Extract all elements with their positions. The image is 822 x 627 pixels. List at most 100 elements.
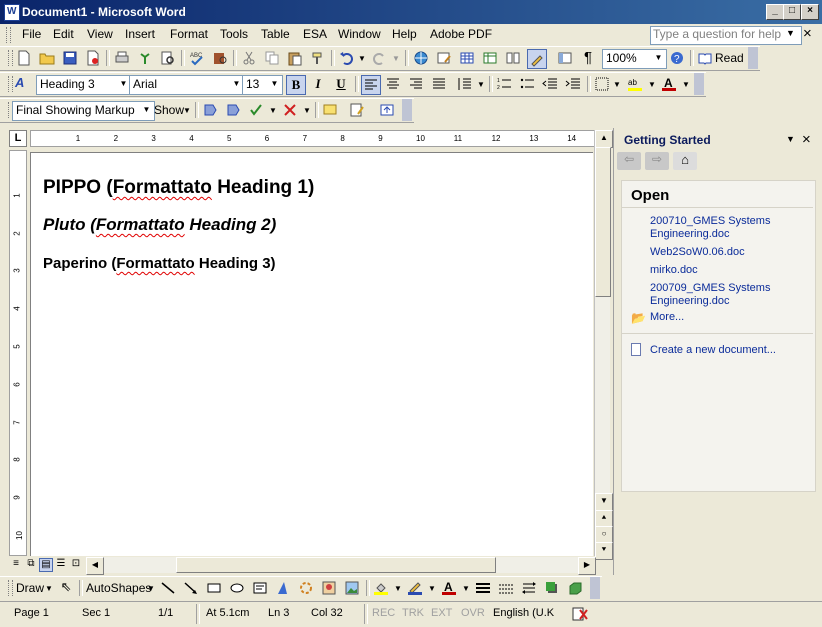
status-language[interactable]: English (U.K — [493, 607, 554, 619]
oval-tool-icon[interactable] — [228, 579, 246, 597]
status-section[interactable]: Sec 1 — [82, 607, 110, 619]
font-combo[interactable]: Arial ▼ — [129, 75, 245, 95]
document-page[interactable]: PIPPO (Formattato Heading 1) Pluto (Form… — [30, 152, 593, 556]
heading-1-paragraph[interactable]: PIPPO (Formattato Heading 1) — [43, 177, 314, 199]
line-spacing-icon[interactable] — [455, 75, 473, 93]
toolbar-options-chevron[interactable] — [590, 577, 600, 599]
home-icon[interactable]: ⌂ — [673, 152, 697, 170]
fill-color-icon[interactable] — [372, 579, 390, 597]
scroll-left-arrow[interactable]: ◀ — [86, 557, 104, 575]
reviewing-pane-icon[interactable] — [378, 101, 396, 119]
spelling-status-book-icon[interactable] — [571, 606, 589, 622]
status-overtype[interactable]: OVR — [461, 607, 485, 619]
recent-file-link[interactable]: Web2SoW0.06.doc — [650, 246, 745, 259]
recent-file-link[interactable]: 200709_GMES Systems Engineering.doc — [650, 282, 770, 308]
status-line[interactable]: Ln 3 — [268, 607, 289, 619]
back-arrow-icon[interactable]: ⇦ — [617, 152, 641, 170]
close-window-button[interactable]: × — [801, 4, 819, 20]
forward-arrow-icon[interactable]: ⇨ — [645, 152, 669, 170]
3d-style-icon[interactable] — [566, 579, 584, 597]
print-layout-icon[interactable]: ▤ — [39, 558, 53, 572]
text-box-icon[interactable] — [251, 579, 269, 597]
print-preview-button[interactable] — [159, 49, 177, 67]
menu-insert[interactable]: Insert — [125, 27, 155, 41]
read-book-icon[interactable] — [696, 49, 714, 67]
status-extend[interactable]: EXT — [431, 607, 452, 619]
borders-dropdown[interactable]: ▼ — [613, 80, 621, 89]
line-color-dropdown[interactable]: ▼ — [428, 584, 436, 593]
insert-table-button[interactable] — [458, 49, 476, 67]
vertical-scroll-thumb[interactable] — [595, 147, 611, 297]
scroll-up-arrow[interactable]: ▲ — [595, 130, 613, 148]
hyperlink-globe-icon[interactable] — [412, 49, 430, 67]
line-style-icon[interactable] — [474, 579, 492, 597]
word-app-icon[interactable] — [4, 4, 20, 21]
show-dropdown-arrow[interactable]: ▼ — [183, 106, 191, 115]
tables-borders-button[interactable] — [435, 49, 453, 67]
heading-3-paragraph[interactable]: Paperino (Formattato Heading 3) — [43, 255, 276, 272]
underline-button[interactable]: U — [332, 75, 350, 93]
outline-view-icon[interactable]: ☰ — [54, 558, 68, 572]
select-objects-pointer-icon[interactable]: ⇖ — [57, 579, 75, 597]
arrow-tool-icon[interactable] — [182, 579, 200, 597]
status-position[interactable]: At 5.1cm — [206, 607, 249, 619]
zoom-combo[interactable]: 100% ▼ — [602, 49, 667, 69]
help-dropdown-arrow[interactable]: ▼ — [786, 28, 795, 38]
align-right-icon[interactable] — [407, 75, 425, 93]
redo-button[interactable] — [370, 49, 388, 67]
borders-icon[interactable] — [593, 75, 611, 93]
insert-excel-button[interactable] — [481, 49, 499, 67]
new-document-button[interactable] — [15, 49, 33, 67]
create-new-document-link[interactable]: Create a new document... — [650, 344, 776, 357]
format-painter-button[interactable] — [309, 49, 327, 67]
toolbar-grip[interactable] — [8, 76, 13, 92]
fill-color-dropdown[interactable]: ▼ — [394, 584, 402, 593]
styles-formatting-icon[interactable]: A — [15, 75, 33, 93]
justify-icon[interactable] — [430, 75, 448, 93]
bold-button[interactable]: B — [286, 75, 306, 95]
decrease-indent-icon[interactable] — [541, 75, 559, 93]
wordart-icon[interactable] — [274, 579, 292, 597]
shadow-style-icon[interactable] — [543, 579, 561, 597]
horizontal-scrollbar[interactable]: ◀ ▶ — [86, 557, 596, 575]
tab-selector-button[interactable]: L — [9, 130, 27, 147]
recent-file-link[interactable]: mirko.doc — [650, 264, 698, 277]
menu-file[interactable]: File — [22, 27, 41, 41]
italic-button[interactable]: I — [309, 75, 327, 93]
help-question-input[interactable]: Type a question for help — [650, 26, 802, 45]
scroll-down-arrow[interactable]: ▼ — [595, 493, 613, 511]
numbering-icon[interactable]: 12 — [495, 75, 513, 93]
toolbar-grip[interactable] — [8, 50, 13, 66]
redo-dropdown-arrow[interactable]: ▼ — [392, 54, 400, 63]
track-changes-icon[interactable] — [348, 101, 366, 119]
open-folder-button[interactable] — [38, 49, 56, 67]
font-color-dropdown[interactable]: ▼ — [682, 80, 690, 89]
toolbar-options-chevron[interactable] — [402, 99, 412, 121]
draw-font-color-icon[interactable]: A — [440, 579, 458, 597]
normal-view-icon[interactable]: ≡ — [9, 558, 23, 572]
bullets-icon[interactable] — [518, 75, 536, 93]
toolbar-options-chevron[interactable] — [694, 73, 704, 95]
research-book-button[interactable] — [211, 49, 229, 67]
reject-dropdown[interactable]: ▼ — [303, 106, 311, 115]
menu-help[interactable]: Help — [392, 27, 417, 41]
print-button[interactable] — [113, 49, 131, 67]
reading-layout-icon[interactable]: ⊡ — [69, 558, 83, 572]
undo-button[interactable] — [338, 49, 356, 67]
line-spacing-dropdown[interactable]: ▼ — [477, 80, 485, 89]
menu-tools[interactable]: Tools — [220, 27, 248, 41]
drawing-toggle-button[interactable] — [527, 49, 547, 69]
copy-button[interactable] — [263, 49, 281, 67]
line-tool-icon[interactable] — [159, 579, 177, 597]
menu-format[interactable]: Format — [170, 27, 208, 41]
highlight-dropdown[interactable]: ▼ — [648, 80, 656, 89]
align-left-icon[interactable] — [361, 75, 381, 95]
toolbar-grip[interactable] — [8, 580, 13, 596]
align-center-icon[interactable] — [384, 75, 402, 93]
close-document-button[interactable]: × — [803, 25, 812, 42]
horizontal-scroll-thumb[interactable] — [176, 557, 496, 573]
status-page[interactable]: Page 1 — [14, 607, 49, 619]
font-color-icon[interactable]: A — [660, 75, 678, 93]
web-layout-icon[interactable]: ⧉ — [24, 558, 38, 572]
columns-button[interactable] — [504, 49, 522, 67]
